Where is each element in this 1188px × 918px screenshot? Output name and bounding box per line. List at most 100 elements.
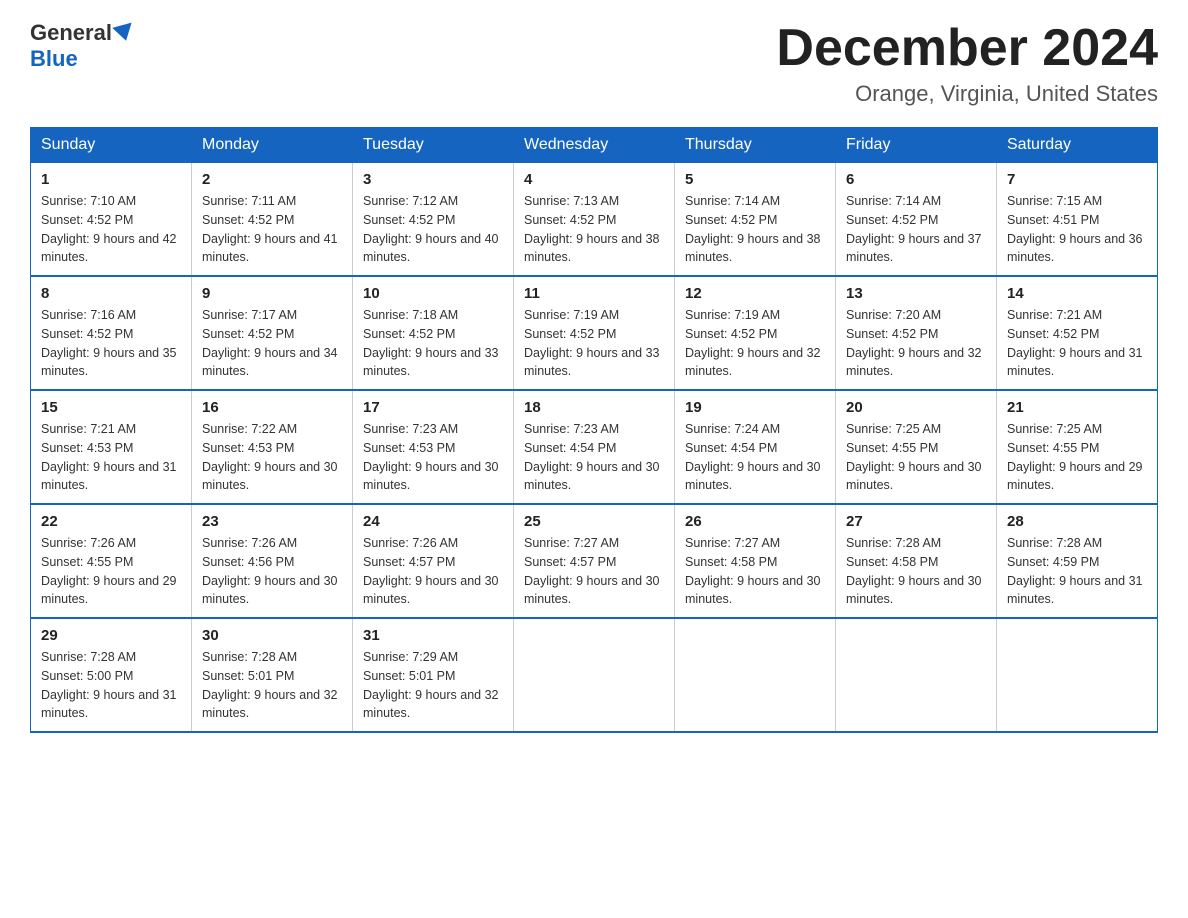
day-number: 1 — [41, 171, 181, 188]
calendar-cell: 14 Sunrise: 7:21 AMSunset: 4:52 PMDayligh… — [997, 276, 1158, 390]
day-number: 7 — [1007, 171, 1147, 188]
day-info: Sunrise: 7:28 AMSunset: 5:00 PMDaylight:… — [41, 648, 181, 723]
day-info: Sunrise: 7:23 AMSunset: 4:53 PMDaylight:… — [363, 420, 503, 495]
day-number: 8 — [41, 285, 181, 302]
header-tuesday: Tuesday — [353, 128, 514, 163]
calendar-week-1: 1Sunrise: 7:10 AMSunset: 4:52 PMDaylight… — [31, 163, 1158, 277]
header-friday: Friday — [836, 128, 997, 163]
calendar-cell: 12 Sunrise: 7:19 AMSunset: 4:52 PMDayligh… — [675, 276, 836, 390]
day-info: Sunrise: 7:14 AMSunset: 4:52 PMDaylight:… — [846, 192, 986, 267]
calendar-header-row: SundayMondayTuesdayWednesdayThursdayFrid… — [31, 128, 1158, 163]
month-title: December 2024 — [776, 20, 1158, 77]
day-info: Sunrise: 7:27 AMSunset: 4:57 PMDaylight:… — [524, 534, 664, 609]
day-info: Sunrise: 7:29 AMSunset: 5:01 PMDaylight:… — [363, 648, 503, 723]
day-info: Sunrise: 7:14 AMSunset: 4:52 PMDaylight:… — [685, 192, 825, 267]
day-number: 19 — [685, 399, 825, 416]
day-number: 29 — [41, 627, 181, 644]
calendar-cell: 11 Sunrise: 7:19 AMSunset: 4:52 PMDayligh… — [514, 276, 675, 390]
calendar-cell: 21Sunrise: 7:25 AMSunset: 4:55 PMDayligh… — [997, 390, 1158, 504]
calendar-cell: 20 Sunrise: 7:25 AMSunset: 4:55 PMDayligh… — [836, 390, 997, 504]
calendar-cell: 3 Sunrise: 7:12 AMSunset: 4:52 PMDaylight… — [353, 163, 514, 277]
calendar-cell: 19 Sunrise: 7:24 AMSunset: 4:54 PMDayligh… — [675, 390, 836, 504]
day-number: 6 — [846, 171, 986, 188]
day-number: 16 — [202, 399, 342, 416]
day-number: 4 — [524, 171, 664, 188]
day-info: Sunrise: 7:24 AMSunset: 4:54 PMDaylight:… — [685, 420, 825, 495]
calendar-cell: 27 Sunrise: 7:28 AMSunset: 4:58 PMDayligh… — [836, 504, 997, 618]
logo: General Blue — [30, 20, 136, 72]
calendar-cell: 18 Sunrise: 7:23 AMSunset: 4:54 PMDayligh… — [514, 390, 675, 504]
calendar-cell: 24 Sunrise: 7:26 AMSunset: 4:57 PMDayligh… — [353, 504, 514, 618]
calendar-cell: 6 Sunrise: 7:14 AMSunset: 4:52 PMDaylight… — [836, 163, 997, 277]
day-number: 12 — [685, 285, 825, 302]
day-info: Sunrise: 7:22 AMSunset: 4:53 PMDaylight:… — [202, 420, 342, 495]
day-number: 23 — [202, 513, 342, 530]
day-number: 24 — [363, 513, 503, 530]
header-wednesday: Wednesday — [514, 128, 675, 163]
day-number: 22 — [41, 513, 181, 530]
logo-blue-text: Blue — [30, 46, 78, 71]
calendar-cell: 28Sunrise: 7:28 AMSunset: 4:59 PMDayligh… — [997, 504, 1158, 618]
calendar-cell: 1Sunrise: 7:10 AMSunset: 4:52 PMDaylight… — [31, 163, 192, 277]
day-info: Sunrise: 7:19 AMSunset: 4:52 PMDaylight:… — [524, 306, 664, 381]
day-info: Sunrise: 7:16 AMSunset: 4:52 PMDaylight:… — [41, 306, 181, 381]
page-header: General Blue December 2024 Orange, Virgi… — [30, 20, 1158, 107]
day-number: 9 — [202, 285, 342, 302]
day-number: 31 — [363, 627, 503, 644]
header-saturday: Saturday — [997, 128, 1158, 163]
day-info: Sunrise: 7:19 AMSunset: 4:52 PMDaylight:… — [685, 306, 825, 381]
calendar-cell: 30Sunrise: 7:28 AMSunset: 5:01 PMDayligh… — [192, 618, 353, 732]
day-info: Sunrise: 7:20 AMSunset: 4:52 PMDaylight:… — [846, 306, 986, 381]
day-number: 17 — [363, 399, 503, 416]
calendar-cell: 16 Sunrise: 7:22 AMSunset: 4:53 PMDayligh… — [192, 390, 353, 504]
calendar-cell: 22 Sunrise: 7:26 AMSunset: 4:55 PMDayligh… — [31, 504, 192, 618]
calendar-cell: 2 Sunrise: 7:11 AMSunset: 4:52 PMDaylight… — [192, 163, 353, 277]
calendar-cell: 9 Sunrise: 7:17 AMSunset: 4:52 PMDaylight… — [192, 276, 353, 390]
day-info: Sunrise: 7:26 AMSunset: 4:55 PMDaylight:… — [41, 534, 181, 609]
calendar-cell: 29 Sunrise: 7:28 AMSunset: 5:00 PMDayligh… — [31, 618, 192, 732]
calendar-cell — [675, 618, 836, 732]
day-info: Sunrise: 7:25 AMSunset: 4:55 PMDaylight:… — [846, 420, 986, 495]
calendar-cell: 26Sunrise: 7:27 AMSunset: 4:58 PMDayligh… — [675, 504, 836, 618]
calendar-cell: 10Sunrise: 7:18 AMSunset: 4:52 PMDayligh… — [353, 276, 514, 390]
title-section: December 2024 Orange, Virginia, United S… — [776, 20, 1158, 107]
calendar-cell: 15Sunrise: 7:21 AMSunset: 4:53 PMDayligh… — [31, 390, 192, 504]
calendar-cell: 25 Sunrise: 7:27 AMSunset: 4:57 PMDayligh… — [514, 504, 675, 618]
day-info: Sunrise: 7:12 AMSunset: 4:52 PMDaylight:… — [363, 192, 503, 267]
day-info: Sunrise: 7:11 AMSunset: 4:52 PMDaylight:… — [202, 192, 342, 267]
day-number: 3 — [363, 171, 503, 188]
calendar-cell: 23 Sunrise: 7:26 AMSunset: 4:56 PMDayligh… — [192, 504, 353, 618]
day-info: Sunrise: 7:26 AMSunset: 4:57 PMDaylight:… — [363, 534, 503, 609]
day-info: Sunrise: 7:28 AMSunset: 4:58 PMDaylight:… — [846, 534, 986, 609]
day-info: Sunrise: 7:28 AMSunset: 5:01 PMDaylight:… — [202, 648, 342, 723]
day-number: 25 — [524, 513, 664, 530]
day-info: Sunrise: 7:13 AMSunset: 4:52 PMDaylight:… — [524, 192, 664, 267]
day-number: 14 — [1007, 285, 1147, 302]
day-info: Sunrise: 7:17 AMSunset: 4:52 PMDaylight:… — [202, 306, 342, 381]
day-number: 5 — [685, 171, 825, 188]
day-number: 18 — [524, 399, 664, 416]
header-thursday: Thursday — [675, 128, 836, 163]
day-info: Sunrise: 7:28 AMSunset: 4:59 PMDaylight:… — [1007, 534, 1147, 609]
day-number: 27 — [846, 513, 986, 530]
day-number: 15 — [41, 399, 181, 416]
day-info: Sunrise: 7:26 AMSunset: 4:56 PMDaylight:… — [202, 534, 342, 609]
calendar-cell: 8 Sunrise: 7:16 AMSunset: 4:52 PMDaylight… — [31, 276, 192, 390]
day-info: Sunrise: 7:15 AMSunset: 4:51 PMDaylight:… — [1007, 192, 1147, 267]
day-info: Sunrise: 7:23 AMSunset: 4:54 PMDaylight:… — [524, 420, 664, 495]
day-info: Sunrise: 7:27 AMSunset: 4:58 PMDaylight:… — [685, 534, 825, 609]
calendar-cell: 13 Sunrise: 7:20 AMSunset: 4:52 PMDayligh… — [836, 276, 997, 390]
day-info: Sunrise: 7:21 AMSunset: 4:52 PMDaylight:… — [1007, 306, 1147, 381]
day-number: 2 — [202, 171, 342, 188]
day-number: 20 — [846, 399, 986, 416]
header-sunday: Sunday — [31, 128, 192, 163]
day-number: 13 — [846, 285, 986, 302]
calendar-cell — [836, 618, 997, 732]
calendar-cell: 31 Sunrise: 7:29 AMSunset: 5:01 PMDayligh… — [353, 618, 514, 732]
header-monday: Monday — [192, 128, 353, 163]
day-number: 11 — [524, 285, 664, 302]
calendar-cell — [514, 618, 675, 732]
calendar-cell — [997, 618, 1158, 732]
calendar-week-4: 22 Sunrise: 7:26 AMSunset: 4:55 PMDayligh… — [31, 504, 1158, 618]
logo-general-text: General — [30, 20, 112, 46]
